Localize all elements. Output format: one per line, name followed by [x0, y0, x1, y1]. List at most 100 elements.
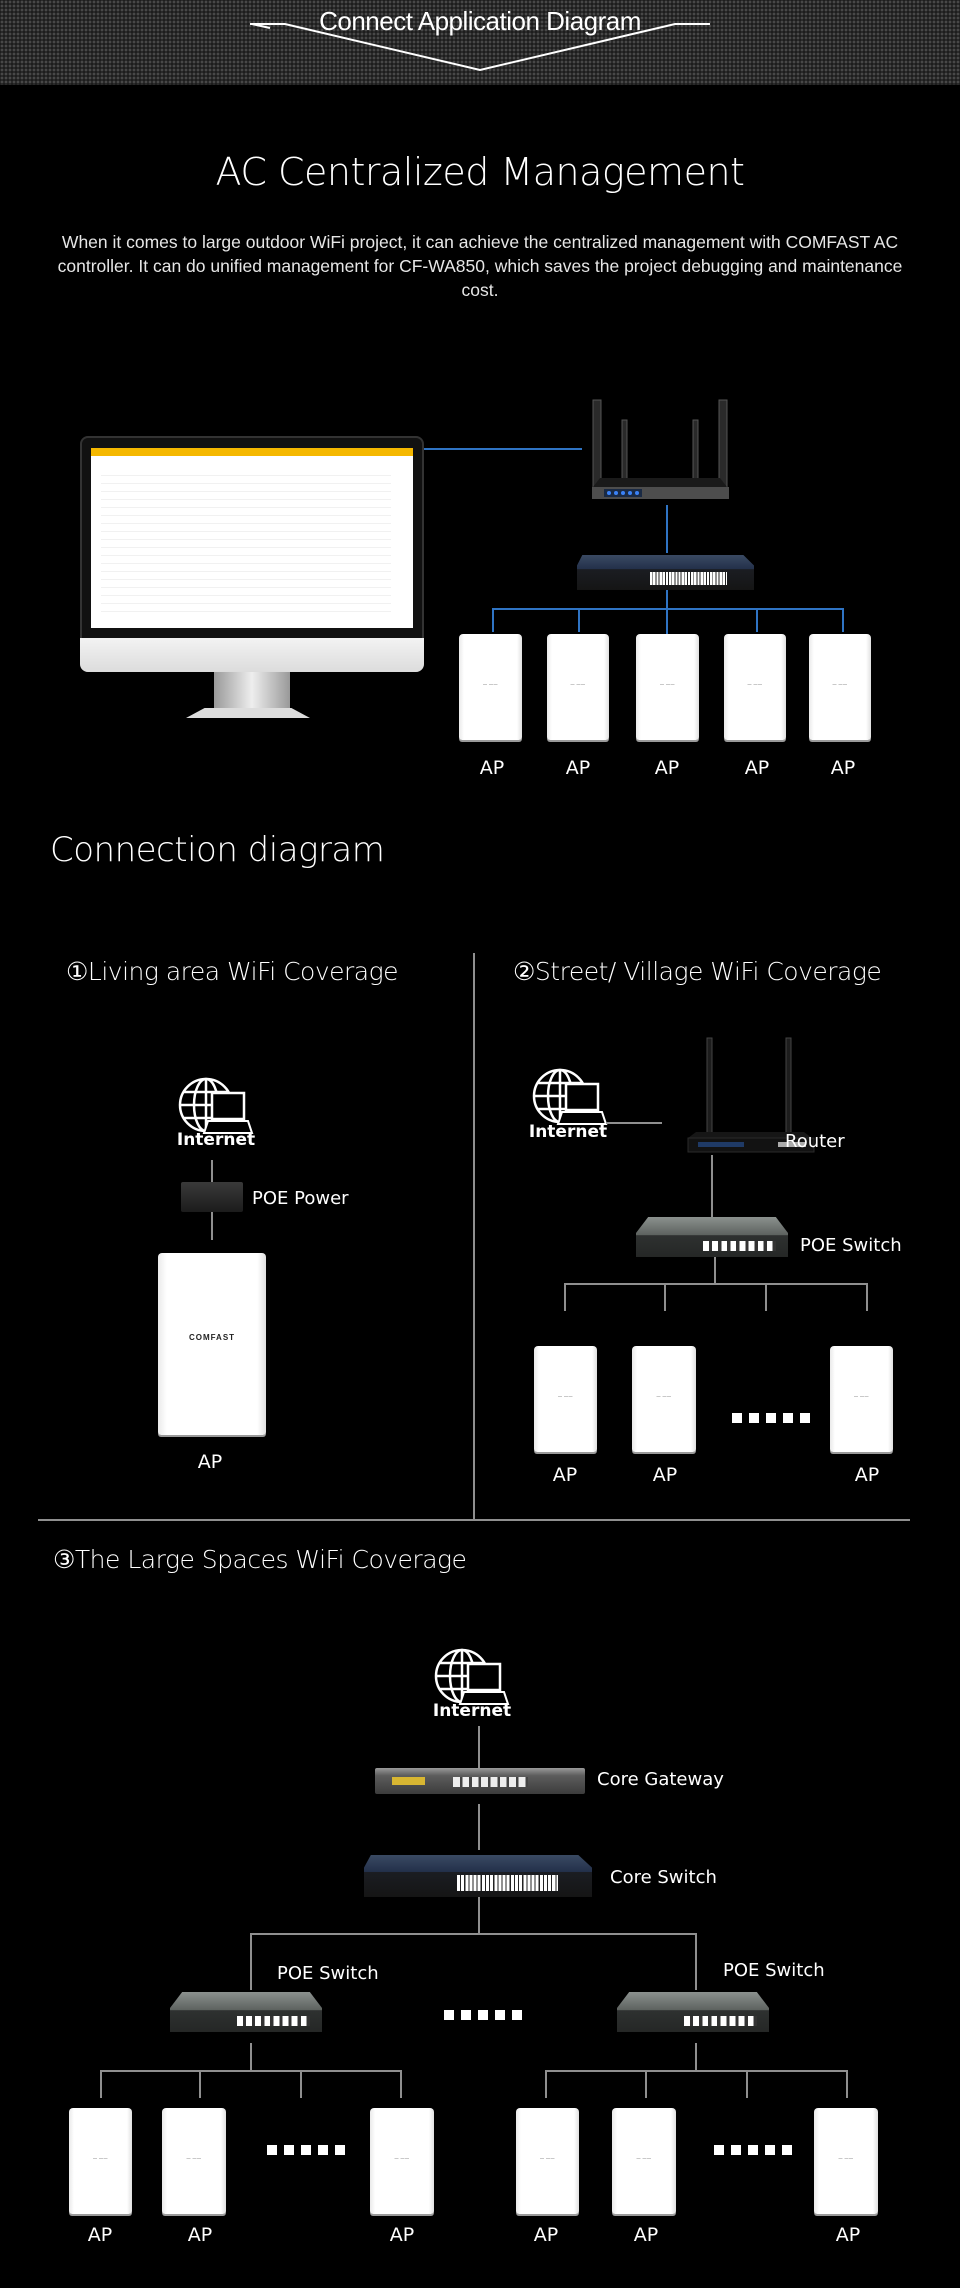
- scenario3-right-ap-label: AP: [533, 2224, 559, 2246]
- ap-logo: — ——: [186, 2154, 202, 2160]
- scenario3-right-link-switch-bus: [695, 2043, 697, 2071]
- ap-logo: — ——: [557, 1392, 574, 1398]
- scenario3-left-ap-label: AP: [389, 2224, 415, 2246]
- scenario3-link-core-bus: [478, 1897, 480, 1935]
- connection-section-title: Connection diagram: [50, 830, 385, 870]
- scenario3-internet-label: Internet: [432, 1701, 512, 1721]
- scenario3-left-drop: [199, 2070, 201, 2098]
- scenario2-poe-switch-icon: [636, 1217, 788, 1257]
- scenario3-core-gateway-label: Core Gateway: [597, 1769, 724, 1790]
- scenario1-title: ①Living area WiFi Coverage: [66, 957, 399, 986]
- ac-ap-device: — ——: [547, 634, 609, 740]
- scenario2-link-router-switch: [711, 1155, 713, 1217]
- scenario3-title: ③The Large Spaces WiFi Coverage: [53, 1545, 467, 1574]
- monitor-illustration: [80, 436, 424, 746]
- ap-logo: — ——: [838, 2154, 854, 2160]
- poe-power-adapter-icon: [181, 1182, 243, 1212]
- ac-link-drop-5: [842, 608, 844, 632]
- ac-ap-label: AP: [744, 757, 770, 779]
- scenario1-ap-device: COMFAST: [158, 1253, 266, 1435]
- scenario2-ap-label: AP: [652, 1464, 678, 1486]
- scenario2-drop: [564, 1283, 566, 1311]
- ap-logo: — ——: [832, 680, 848, 686]
- scenario3-drop-left-switch: [250, 1933, 252, 1990]
- scenario2-poe-switch-label: POE Switch: [800, 1235, 902, 1256]
- scenario3-left-ap-label: AP: [87, 2224, 113, 2246]
- scenario2-ap-label: AP: [552, 1464, 578, 1486]
- ac-link-router-switch: [666, 505, 668, 553]
- scenario2-ap-device: — ——: [632, 1346, 696, 1452]
- scenario3-right-drop: [545, 2070, 547, 2098]
- scenario1-ap-label: AP: [197, 1451, 223, 1473]
- ac-ap-label: AP: [565, 757, 591, 779]
- ac-link-bus: [492, 608, 842, 610]
- ap-logo: COMFAST: [188, 1333, 236, 1343]
- scenario2-internet-label: Internet: [528, 1122, 608, 1142]
- scenario2-ap-device: — ——: [534, 1346, 597, 1452]
- scenario3-right-ap-device: — ——: [814, 2108, 878, 2214]
- scenario3-right-ap-label: AP: [633, 2224, 659, 2246]
- scenario3-right-ap-device: — ——: [612, 2108, 676, 2214]
- ac-link-drop-4: [756, 608, 758, 632]
- scenario2-router-label: Router: [785, 1131, 845, 1152]
- ac-section-description: When it comes to large outdoor WiFi proj…: [57, 232, 903, 300]
- scenario3-poe-switch-right-icon: [617, 1992, 769, 2032]
- ac-ap-device: — ——: [724, 634, 786, 740]
- ac-ap-device: — ——: [459, 634, 522, 740]
- monitor-base: [186, 708, 310, 718]
- monitor-chin: [80, 638, 424, 672]
- ac-ap-label: AP: [479, 757, 505, 779]
- scenario2-ap-label: AP: [854, 1464, 880, 1486]
- scenario2-title: ②Street/ Village WiFi Coverage: [513, 957, 882, 986]
- scenario2-link-switch-bus: [714, 1257, 716, 1283]
- scenario2-link-internet-router: [606, 1122, 662, 1124]
- ac-ap-device: — ——: [809, 634, 871, 740]
- ap-logo: — ——: [482, 680, 499, 686]
- scenario3-core-switch-label: Core Switch: [610, 1867, 717, 1888]
- scenario-divider-horizontal: [38, 1519, 910, 1521]
- ap-logo: — ——: [656, 1392, 672, 1398]
- scenario3-left-ap-device: — ——: [370, 2108, 434, 2214]
- scenario3-left-ap-device: — ——: [69, 2108, 132, 2214]
- scenario3-right-bus: [545, 2070, 848, 2072]
- scenario3-right-drop: [746, 2070, 748, 2098]
- monitor-screen: [91, 448, 413, 628]
- scenario3-right-drop: [645, 2070, 647, 2098]
- scenario3-poe-switch-left-icon: [170, 1992, 322, 2032]
- ac-link-switch-bus: [666, 590, 668, 634]
- scenario2-ap-device: — ——: [830, 1346, 893, 1452]
- scenario3-link-internet-gateway: [478, 1726, 480, 1770]
- scenario3-left-ap-label: AP: [187, 2224, 213, 2246]
- ac-ap-label: AP: [830, 757, 856, 779]
- scenario3-left-drop: [300, 2070, 302, 2098]
- ac-link-drop-1: [492, 608, 494, 632]
- scenario2-more-aps-ellipsis: [732, 1413, 810, 1423]
- core-switch-icon: [364, 1855, 592, 1897]
- ap-logo: — ——: [747, 680, 763, 686]
- scenario2-drop: [664, 1283, 666, 1311]
- scenario3-left-drop: [100, 2070, 102, 2098]
- scenario3-left-more-aps-ellipsis: [267, 2145, 345, 2155]
- scenario3-right-ap-device: — ——: [516, 2108, 579, 2214]
- ac-router-icon: [592, 399, 729, 499]
- scenario3-right-more-aps-ellipsis: [714, 2145, 792, 2155]
- scenario3-poe-switch-left-label: POE Switch: [277, 1963, 379, 1984]
- ap-logo: — ——: [636, 2154, 652, 2160]
- ac-section-title: AC Centralized Management: [215, 150, 745, 194]
- core-gateway-icon: [375, 1768, 585, 1794]
- scenario3-core-bus: [250, 1933, 697, 1935]
- scenario3-right-ap-label: AP: [835, 2224, 861, 2246]
- ap-logo: — ——: [92, 2154, 109, 2160]
- scenario3-poe-switch-right-label: POE Switch: [723, 1960, 825, 1981]
- scenario3-link-gateway-switch: [478, 1804, 480, 1850]
- scenario-divider-vertical: [473, 953, 475, 1519]
- ac-switch-icon: [577, 555, 754, 590]
- scenario3-right-drop: [846, 2070, 848, 2098]
- scenario3-left-drop: [400, 2070, 402, 2098]
- ac-ap-label: AP: [654, 757, 680, 779]
- scenario3-more-switches-ellipsis: [444, 2010, 522, 2020]
- ap-logo: — ——: [570, 680, 586, 686]
- monitor-stand: [214, 672, 290, 712]
- scenario3-left-ap-device: — ——: [162, 2108, 226, 2214]
- ap-logo: — ——: [659, 680, 676, 686]
